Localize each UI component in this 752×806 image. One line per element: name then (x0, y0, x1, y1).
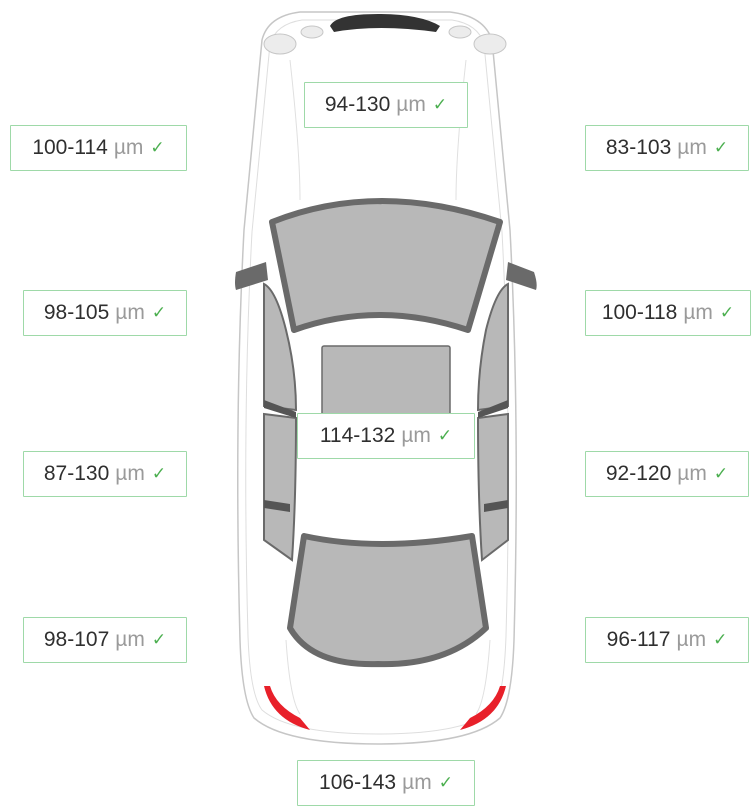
headlight-right-2 (448, 25, 472, 39)
unit: µm (676, 628, 707, 651)
unit: µm (115, 301, 145, 324)
value: 114-132 (319, 424, 396, 447)
value: 87-130 (43, 462, 110, 485)
unit: µm (115, 462, 145, 485)
unit: µm (113, 136, 144, 159)
measurement-front-right-fender: 83-103 µm ✓ (585, 125, 749, 171)
unit: µm (115, 628, 145, 651)
headlight-left (263, 33, 297, 55)
unit: µm (677, 462, 707, 485)
unit: µm (401, 424, 431, 447)
check-icon: ✓ (719, 303, 735, 322)
value: 100-118 (601, 301, 678, 324)
check-icon: ✓ (713, 630, 728, 649)
check-icon: ✓ (150, 138, 165, 157)
value: 94-130 (324, 93, 391, 116)
measurement-rear-left-door: 87-130 µm ✓ (23, 451, 187, 497)
check-icon: ✓ (713, 138, 729, 157)
check-icon: ✓ (151, 303, 167, 322)
value: 106-143 (319, 771, 397, 794)
headlight-right (473, 33, 507, 55)
measurement-rear-right-door: 92-120 µm ✓ (585, 451, 749, 497)
value: 98-105 (43, 301, 110, 324)
check-icon: ✓ (438, 773, 453, 792)
unit: µm (677, 136, 707, 159)
value: 96-117 (606, 628, 671, 651)
value: 83-103 (605, 136, 672, 159)
side-window-rear-left (263, 412, 298, 562)
measurement-trunk: 106-143 µm ✓ (297, 760, 475, 806)
check-icon: ✓ (151, 630, 167, 649)
check-icon: ✓ (432, 95, 448, 114)
measurement-front-right-door: 100-118 µm ✓ (585, 290, 751, 336)
check-icon: ✓ (151, 464, 167, 483)
headlight-left-2 (300, 25, 324, 39)
check-icon: ✓ (713, 464, 729, 483)
rear-window (287, 533, 489, 668)
side-window-rear-right (476, 412, 509, 562)
windshield (269, 198, 503, 333)
unit: µm (396, 93, 426, 116)
unit: µm (402, 771, 432, 794)
check-icon: ✓ (437, 426, 453, 445)
measurement-rear-left-fender: 98-107 µm ✓ (23, 617, 187, 663)
measurement-front-left-fender: 100-114 µm ✓ (10, 125, 187, 171)
value: 92-120 (605, 462, 672, 485)
measurement-rear-right-fender: 96-117 µm ✓ (585, 617, 749, 663)
measurement-front-left-door: 98-105 µm ✓ (23, 290, 187, 336)
measurement-hood: 94-130 µm ✓ (304, 82, 468, 128)
unit: µm (683, 301, 713, 324)
value: 100-114 (32, 136, 108, 159)
value: 98-107 (43, 628, 110, 651)
measurement-roof: 114-132 µm ✓ (297, 413, 475, 459)
